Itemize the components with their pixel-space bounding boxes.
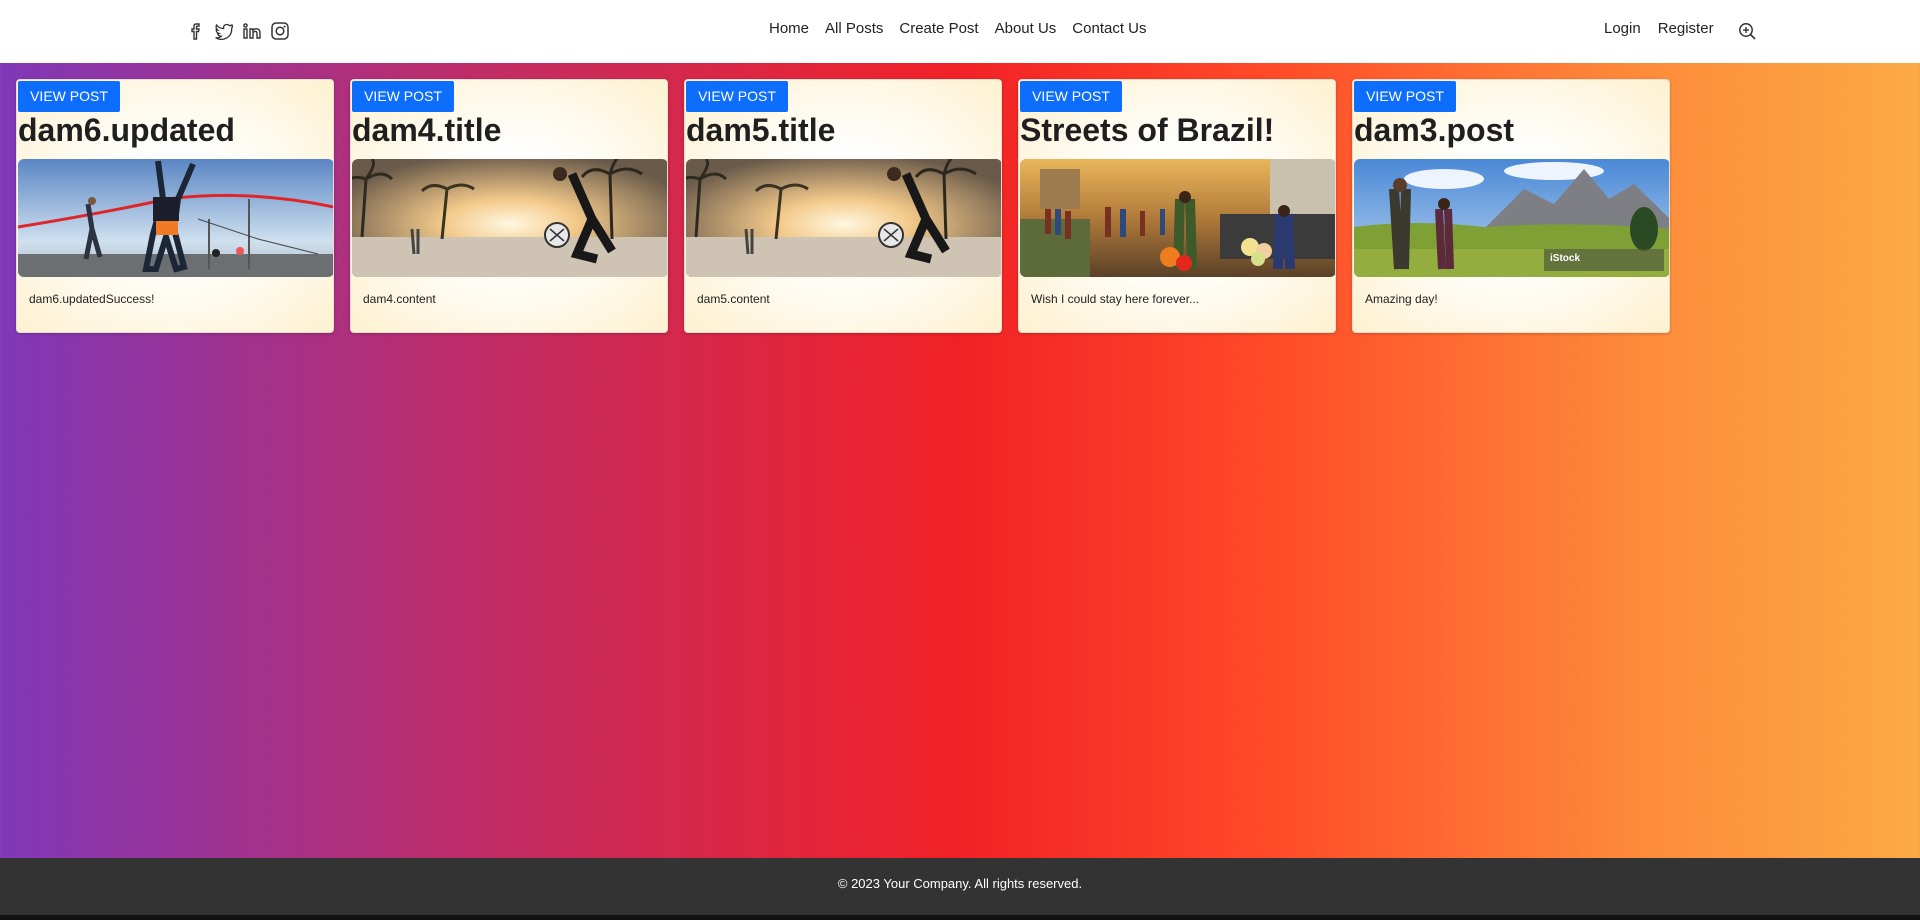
post-content: Amazing day! — [1365, 292, 1438, 306]
navbar: Home All Posts Create Post About Us Cont… — [0, 0, 1920, 63]
view-post-button[interactable]: VIEW POST — [18, 81, 120, 112]
post-card: VIEW POST Streets of Brazil! Wish I coul… — [1018, 79, 1336, 333]
view-post-button[interactable]: VIEW POST — [352, 81, 454, 112]
main-nav: Home All Posts Create Post About Us Cont… — [769, 20, 1147, 37]
instagram-icon[interactable] — [270, 20, 290, 42]
register-link[interactable]: Register — [1658, 20, 1714, 37]
post-title: dam4.title — [352, 112, 502, 148]
nav-all-posts[interactable]: All Posts — [825, 20, 883, 37]
login-link[interactable]: Login — [1604, 20, 1641, 37]
post-content: dam6.updatedSuccess! — [29, 292, 155, 306]
post-content: dam4.content — [363, 292, 436, 306]
social-links — [186, 20, 290, 42]
view-post-button[interactable]: VIEW POST — [686, 81, 788, 112]
nav-create-post[interactable]: Create Post — [899, 20, 978, 37]
view-post-button[interactable]: VIEW POST — [1354, 81, 1456, 112]
post-title: Streets of Brazil! — [1020, 112, 1275, 148]
post-card: VIEW POST dam3.post iStock Amazing day! — [1352, 79, 1670, 333]
post-image — [18, 159, 333, 277]
nav-about-us[interactable]: About Us — [995, 20, 1057, 37]
post-content: Wish I could stay here forever... — [1031, 292, 1200, 306]
post-card: VIEW POST dam4.title dam4.content — [350, 79, 668, 333]
auth-links: Login Register — [1604, 20, 1714, 37]
post-image — [1020, 159, 1335, 277]
twitter-icon[interactable] — [214, 20, 234, 42]
post-card: VIEW POST dam6.updated dam6.updatedSucce… — [16, 79, 334, 333]
post-grid: VIEW POST dam6.updated dam6.updatedSucce… — [16, 79, 1670, 333]
post-title: dam5.title — [686, 112, 836, 148]
post-content: dam5.content — [697, 292, 770, 306]
post-title: dam3.post — [1354, 112, 1515, 148]
nav-home[interactable]: Home — [769, 20, 809, 37]
post-image: iStock — [1354, 159, 1669, 277]
nav-contact-us[interactable]: Contact Us — [1072, 20, 1146, 37]
view-post-button[interactable]: VIEW POST — [1020, 81, 1122, 112]
linkedin-icon[interactable] — [242, 20, 262, 42]
post-card: VIEW POST dam5.title dam5.content — [684, 79, 1002, 333]
copyright-text: © 2023 Your Company. All rights reserved… — [837, 876, 1083, 891]
footer: © 2023 Your Company. All rights reserved… — [0, 858, 1920, 920]
image-watermark: iStock — [1550, 253, 1580, 264]
zoom-in-icon[interactable] — [1737, 20, 1757, 42]
post-title: dam6.updated — [18, 112, 235, 148]
post-image — [352, 159, 667, 277]
post-image — [686, 159, 1001, 277]
facebook-icon[interactable] — [186, 20, 206, 42]
